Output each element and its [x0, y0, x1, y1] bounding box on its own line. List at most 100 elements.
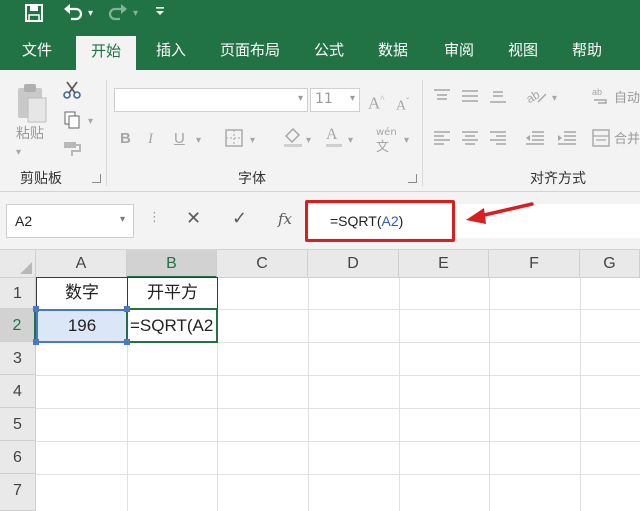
wrap-text-icon[interactable]: ab	[592, 86, 610, 110]
format-painter-icon[interactable]	[62, 140, 84, 162]
tab-formulas[interactable]: 公式	[302, 30, 356, 70]
font-color-icon[interactable]: A	[326, 126, 342, 147]
font-color-dropdown-icon[interactable]: ▾	[348, 132, 353, 150]
insert-function-icon[interactable]: fx	[278, 210, 292, 228]
tab-view[interactable]: 视图	[494, 30, 552, 70]
paste-dropdown-icon[interactable]: ▾	[16, 144, 21, 162]
increase-indent-icon[interactable]	[556, 130, 578, 150]
copy-dropdown-icon[interactable]: ▾	[88, 113, 93, 131]
column-header-f[interactable]: F	[489, 250, 580, 278]
column-header-c[interactable]: C	[217, 250, 308, 278]
column-header-g[interactable]: G	[580, 250, 640, 278]
row-header-4[interactable]: 4	[0, 375, 36, 408]
column-header-d[interactable]: D	[308, 250, 399, 278]
decrease-indent-icon[interactable]	[524, 130, 546, 150]
cell-a2[interactable]: 196	[36, 309, 128, 343]
fill-color-dropdown-icon[interactable]: ▾	[306, 132, 311, 150]
clipboard-launcher-icon[interactable]	[92, 174, 101, 183]
tab-insert[interactable]: 插入	[142, 30, 200, 70]
row-header-5[interactable]: 5	[0, 408, 36, 441]
reference-handle[interactable]	[124, 306, 130, 312]
worksheet-grid[interactable]: A B C D E F G 1 2 3 4 5 6 7 数字 开平方 196 =…	[0, 250, 640, 511]
fill-color-icon[interactable]	[282, 126, 304, 152]
group-separator	[106, 80, 107, 186]
column-header-a[interactable]: A	[36, 250, 127, 278]
cell-b2[interactable]: =SQRT(A2	[126, 308, 218, 343]
font-name-select[interactable]: ▾	[114, 88, 308, 112]
borders-dropdown-icon[interactable]: ▾	[250, 132, 255, 150]
select-all-triangle-icon	[20, 262, 32, 274]
formula-bar-resize-handle[interactable]: ⋮	[148, 210, 161, 225]
tab-home[interactable]: 开始	[76, 36, 136, 70]
name-box-dropdown-icon[interactable]: ▾	[120, 214, 125, 225]
gridline	[580, 278, 581, 511]
reference-handle[interactable]	[33, 306, 39, 312]
align-center-icon[interactable]	[460, 130, 480, 150]
top-align-icon[interactable]	[432, 88, 452, 108]
phonetic-dropdown-icon[interactable]: ▾	[404, 132, 409, 150]
row-header-6[interactable]: 6	[0, 441, 36, 474]
bold-icon[interactable]: B	[120, 130, 131, 148]
quick-access-toolbar: ▾ ▾	[0, 0, 640, 30]
font-size-select[interactable]: 11 ▾	[310, 88, 360, 112]
font-size-value: 11	[315, 91, 333, 107]
tab-page-layout[interactable]: 页面布局	[208, 30, 292, 70]
reference-handle[interactable]	[124, 339, 130, 345]
align-right-icon[interactable]	[488, 130, 508, 150]
copy-icon[interactable]	[62, 110, 82, 134]
borders-icon[interactable]	[224, 128, 244, 152]
gridline	[399, 278, 400, 511]
phonetic-label: wén	[376, 127, 397, 138]
name-box[interactable]: A2 ▾	[6, 204, 134, 238]
undo-dropdown-icon[interactable]: ▾	[88, 3, 93, 25]
paste-icon[interactable]	[14, 82, 48, 128]
gridline	[489, 278, 490, 511]
underline-dropdown-icon[interactable]: ▾	[196, 132, 201, 150]
tab-file[interactable]: 文件	[8, 30, 66, 70]
italic-icon[interactable]: I	[148, 130, 153, 148]
cell-a1[interactable]: 数字	[36, 277, 128, 310]
cut-icon[interactable]	[62, 80, 82, 104]
enter-icon[interactable]: ✓	[232, 208, 247, 229]
annotation-highlight-box	[305, 200, 455, 242]
save-icon[interactable]	[24, 3, 44, 29]
select-all-button[interactable]	[0, 250, 36, 278]
group-separator	[422, 80, 423, 186]
orientation-icon[interactable]: ab	[524, 86, 548, 110]
align-left-icon[interactable]	[432, 130, 452, 150]
row-header-3[interactable]: 3	[0, 342, 36, 375]
decrease-font-size-icon[interactable]: Aˇ	[396, 92, 409, 116]
customize-qat-icon[interactable]	[154, 3, 166, 25]
font-launcher-icon[interactable]	[408, 174, 417, 183]
tab-review[interactable]: 审阅	[430, 30, 488, 70]
column-header-b[interactable]: B	[127, 250, 217, 278]
reference-handle[interactable]	[33, 339, 39, 345]
merge-center-label[interactable]: 合并	[614, 131, 640, 149]
middle-align-icon[interactable]	[460, 88, 480, 108]
increase-font-size-icon[interactable]: A^	[368, 90, 385, 113]
orientation-dropdown-icon[interactable]: ▾	[552, 90, 557, 108]
ribbon-tabs: 文件 开始 插入 页面布局 公式 数据 审阅 视图 帮助	[0, 30, 640, 70]
annotation-arrow-icon	[466, 202, 534, 224]
alignment-group-label: 对齐方式	[530, 171, 586, 187]
redo-dropdown-icon[interactable]: ▾	[133, 3, 138, 25]
row-header-2[interactable]: 2	[0, 309, 36, 342]
redo-icon[interactable]	[107, 3, 129, 29]
column-header-e[interactable]: E	[399, 250, 489, 278]
phonetic-guide-icon[interactable]: wén 文	[376, 124, 397, 157]
tab-data[interactable]: 数据	[364, 30, 422, 70]
font-size-dropdown-icon: ▾	[349, 93, 355, 104]
bottom-align-icon[interactable]	[488, 88, 508, 108]
row-header-7[interactable]: 7	[0, 474, 36, 511]
name-box-value: A2	[15, 213, 33, 229]
underline-icon[interactable]: U	[174, 130, 185, 148]
paste-label[interactable]: 粘贴	[16, 125, 44, 143]
svg-text:ab: ab	[524, 87, 542, 106]
tab-help[interactable]: 帮助	[558, 30, 616, 70]
wrap-text-label[interactable]: 自动	[614, 90, 640, 108]
row-header-1[interactable]: 1	[0, 278, 36, 309]
cancel-icon[interactable]: ✕	[186, 208, 201, 229]
merge-center-icon[interactable]	[592, 128, 610, 152]
cell-b1[interactable]: 开平方	[127, 277, 218, 310]
undo-icon[interactable]	[62, 3, 84, 29]
